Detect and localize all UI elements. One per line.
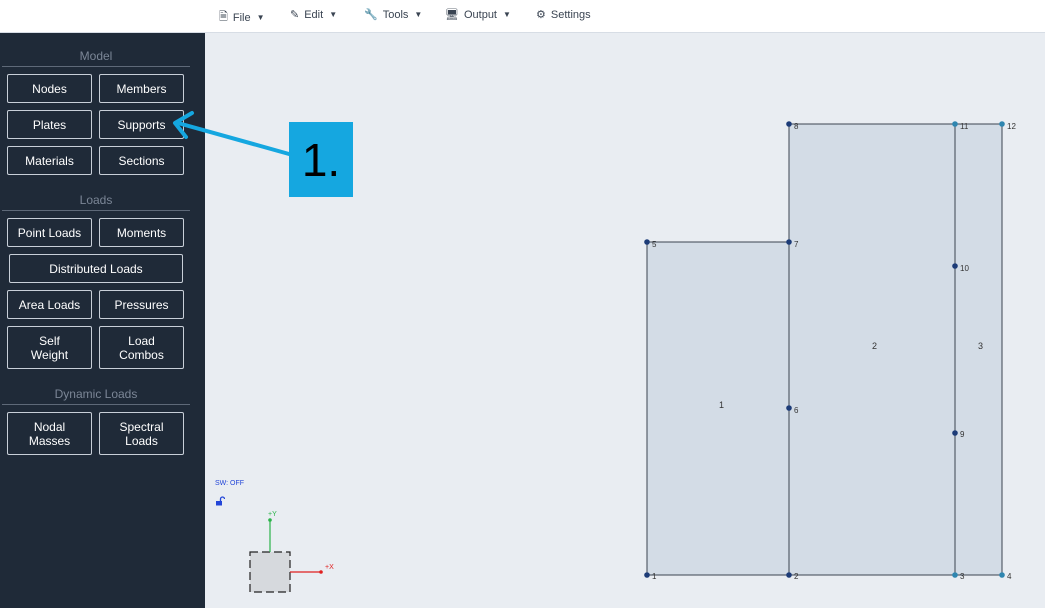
distributed-loads-button[interactable]: Distributed Loads <box>9 254 183 283</box>
edit-menu-label: Edit <box>304 8 324 21</box>
divider <box>2 210 190 211</box>
edit-menu[interactable]: ✎ Edit ▼ <box>290 8 338 22</box>
load-combos-button[interactable]: Load Combos <box>99 326 184 369</box>
tools-menu[interactable]: 🔧 Tools ▼ <box>364 8 423 22</box>
output-menu-label: Output <box>463 8 497 21</box>
materials-button[interactable]: Materials <box>7 146 92 175</box>
spectral-loads-label-line2: Loads <box>125 433 158 448</box>
nodes-button[interactable]: Nodes <box>7 74 92 103</box>
self-weight-label-line2: Weight <box>30 347 69 362</box>
section-title-model: Model <box>79 49 113 63</box>
monitor-icon: 🖥 <box>445 9 459 21</box>
load-combos-label-line1: Load <box>128 333 155 348</box>
settings-menu-label: Settings <box>550 8 591 21</box>
pencil-icon: ✎ <box>290 9 300 21</box>
annotation-step-label: 1. <box>289 122 353 197</box>
nodal-masses-label-line2: Masses <box>28 433 71 448</box>
file-icon: 🗎 <box>219 11 228 23</box>
self-weight-status: SW: OFF <box>215 480 245 487</box>
chevron-down-icon: ▼ <box>329 10 338 19</box>
model-canvas[interactable] <box>205 33 1045 608</box>
gear-icon: ⚙ <box>536 9 546 21</box>
sections-button[interactable]: Sections <box>99 146 184 175</box>
section-title-dynamic-loads: Dynamic Loads <box>54 387 138 401</box>
divider <box>2 66 190 67</box>
point-loads-button[interactable]: Point Loads <box>7 218 92 247</box>
load-combos-label-line2: Combos <box>119 347 164 362</box>
chevron-down-icon: ▼ <box>503 10 511 19</box>
settings-menu[interactable]: ⚙ Settings <box>536 8 591 22</box>
supports-button[interactable]: Supports <box>99 110 184 139</box>
members-button[interactable]: Members <box>99 74 184 103</box>
divider <box>2 404 190 405</box>
spectral-loads-label-line1: Spectral <box>119 419 164 434</box>
nodal-masses-label-line1: Nodal <box>33 419 66 434</box>
pressures-button[interactable]: Pressures <box>99 290 184 319</box>
moments-button[interactable]: Moments <box>99 218 184 247</box>
chevron-down-icon: ▼ <box>256 13 265 22</box>
wrench-icon: 🔧 <box>364 9 378 21</box>
chevron-down-icon: ▼ <box>414 10 423 19</box>
sidebar: Model Nodes Members Plates Supports Mate… <box>0 33 205 608</box>
area-loads-button[interactable]: Area Loads <box>7 290 92 319</box>
nodal-masses-button[interactable]: Nodal Masses <box>7 412 92 455</box>
unlock-icon[interactable] <box>215 493 226 511</box>
output-menu[interactable]: 🖥 Output ▼ <box>445 8 511 22</box>
self-weight-label-line1: Self <box>39 333 60 348</box>
file-menu[interactable]: 🗎 File ▼ <box>219 8 265 27</box>
top-menu-bar: 🗎 File ▼ ✎ Edit ▼ 🔧 Tools ▼ 🖥 Output ▼ ⚙… <box>0 0 1045 33</box>
file-menu-label: File <box>232 11 251 24</box>
tools-menu-label: Tools <box>382 8 409 21</box>
spectral-loads-button[interactable]: Spectral Loads <box>99 412 184 455</box>
plates-button[interactable]: Plates <box>7 110 92 139</box>
section-title-loads: Loads <box>79 193 113 207</box>
self-weight-button[interactable]: Self Weight <box>7 326 92 369</box>
